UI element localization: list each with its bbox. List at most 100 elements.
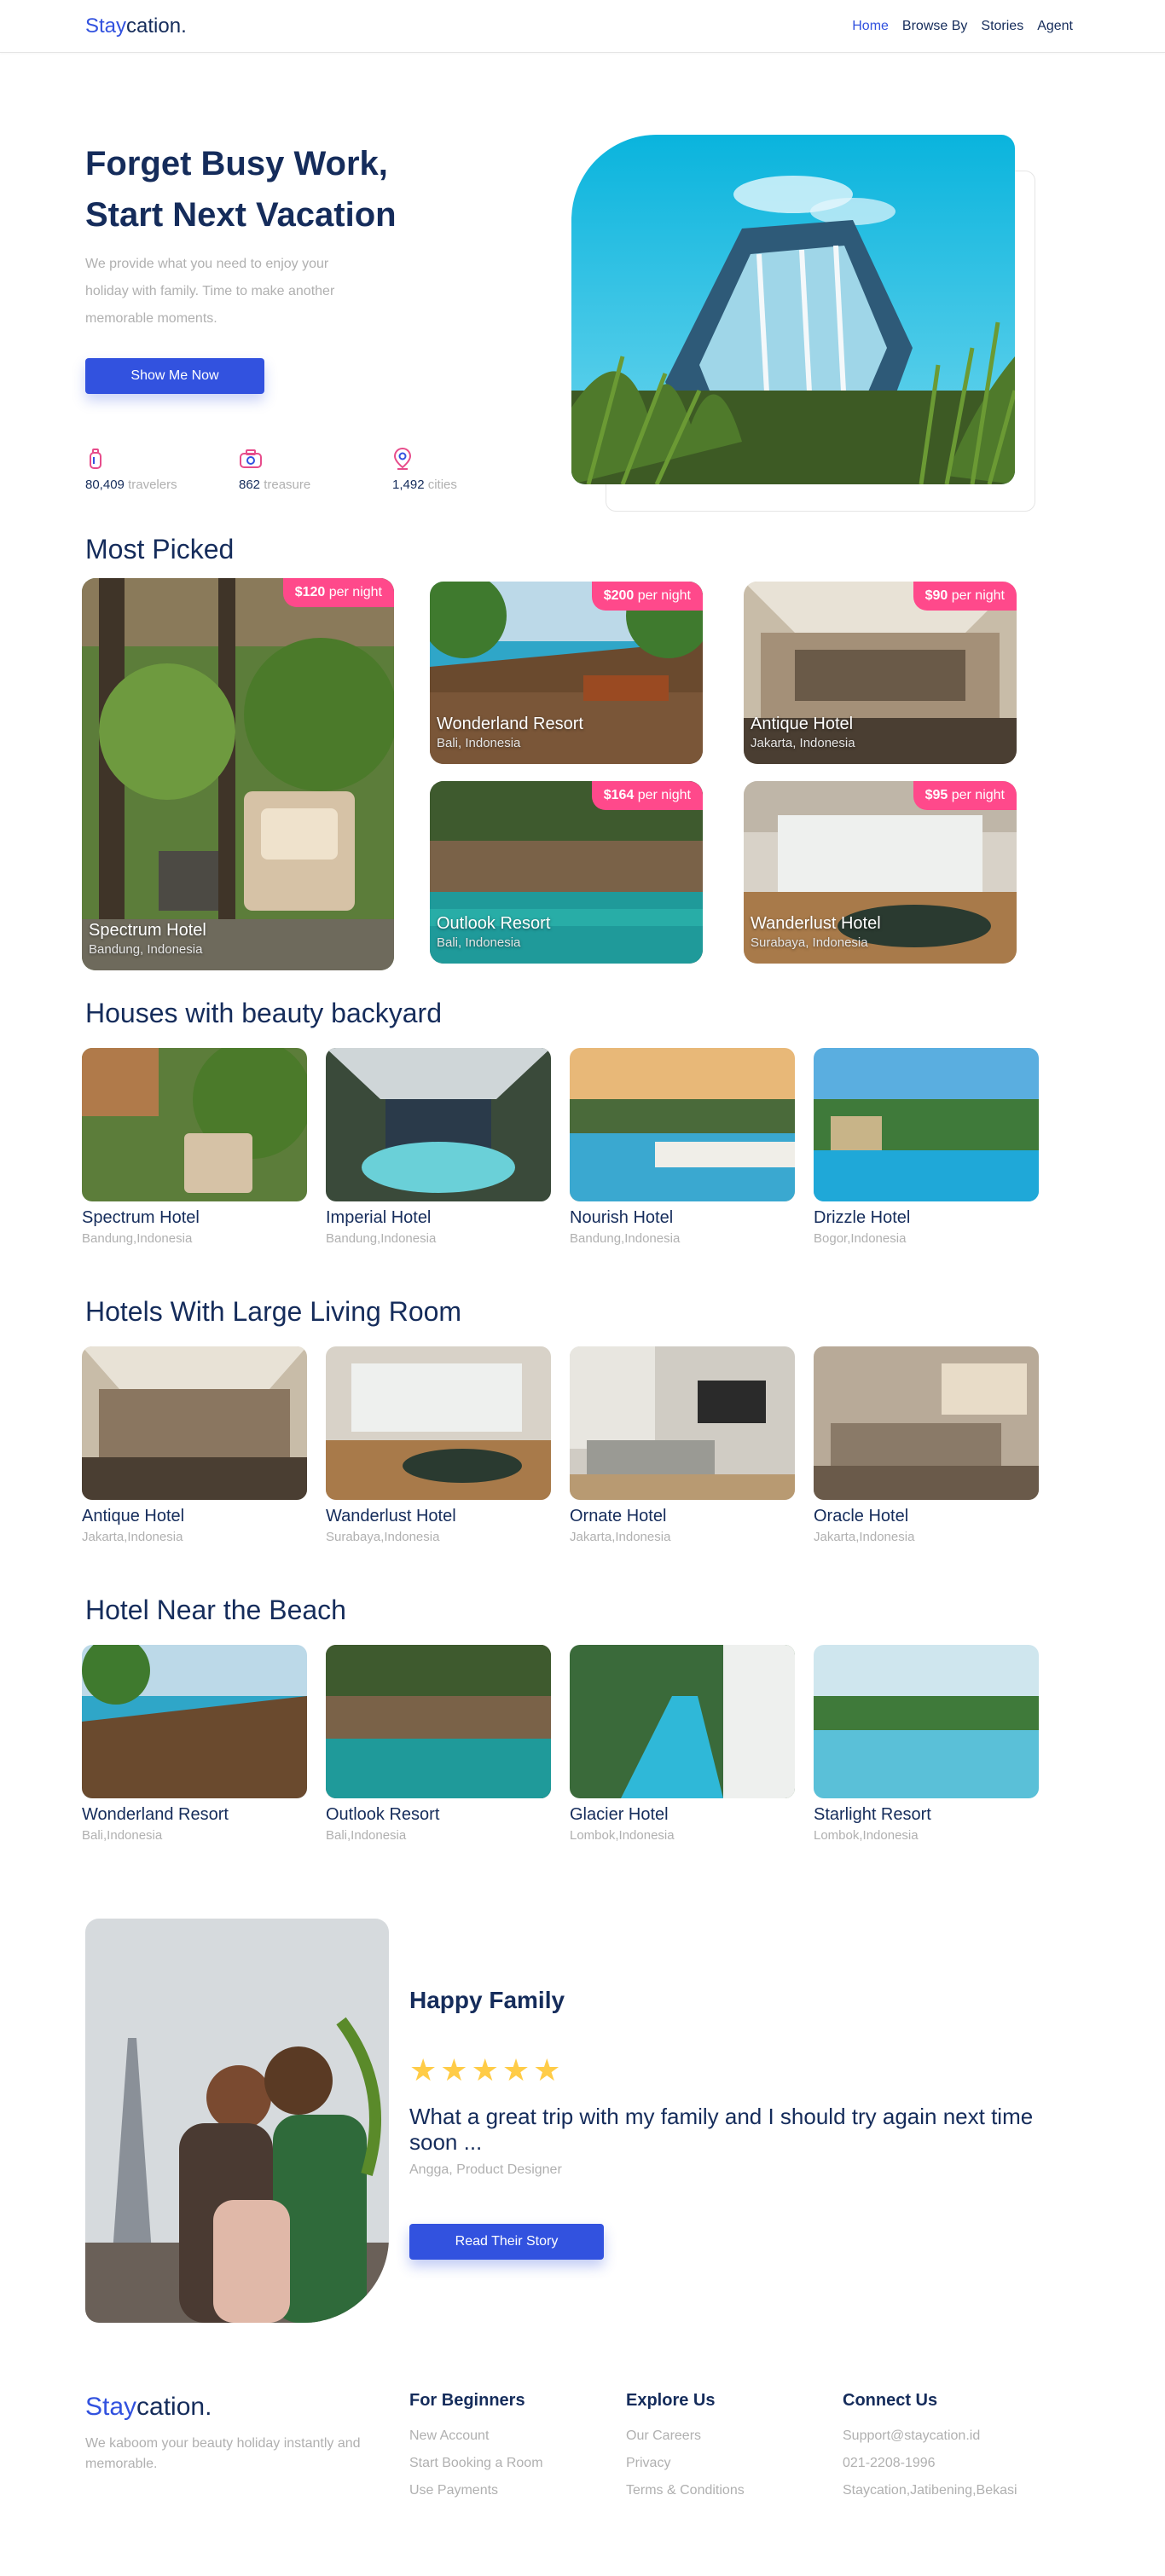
footer-link-use-payments[interactable]: Use Payments [409,2477,543,2504]
card-location: Jakarta,Indonesia [82,1530,183,1544]
stat-cities-number: 1,492 [392,478,425,492]
card-outlook-resort[interactable]: Outlook Resort Bali,Indonesia [326,1645,551,1843]
brand-logo[interactable]: Staycation. [85,14,187,38]
stat-cities-unit: cities [427,478,457,492]
footer-link-start-booking[interactable]: Start Booking a Room [409,2450,543,2477]
location-icon [393,447,412,470]
outlook-per-night: per night [637,788,691,802]
wanderlust-name: Wanderlust Hotel [751,914,881,933]
footer-link-address[interactable]: Staycation,Jatibening,Bekasi [843,2477,1017,2504]
testimonial-section: Happy Family ★ ★ ★ ★ ★ What a great trip… [85,1919,1080,2362]
footer-link-terms[interactable]: Terms & Conditions [626,2477,745,2504]
footer: Staycation. We kaboom your beauty holida… [85,2362,1080,2498]
star-icon: ★ [501,2052,530,2087]
stat-cities: 1,492 cities [392,447,546,492]
nav-agent[interactable]: Agent [1037,19,1073,34]
footer-logo[interactable]: Staycation. [85,2393,212,2421]
most-picked-title: Most Picked [85,534,235,564]
category-beach: Hotel Near the Beach Wonderland Resort B… [82,1595,1080,1919]
card-image [570,1645,795,1798]
most-picked-card-spectrum[interactable]: $120 per night Spectrum Hotel Bandung, I… [82,578,394,970]
nav-home[interactable]: Home [852,19,889,34]
nav-browse-by[interactable]: Browse By [902,19,967,34]
wonderland-location: Bali, Indonesia [437,736,521,750]
testimonial-title: Happy Family [409,1987,565,2013]
category-living-room-cards: Antique Hotel Jakarta,Indonesia Wanderlu… [82,1346,1080,1544]
most-picked-card-antique[interactable]: $90 per night Antique Hotel Jakarta, Ind… [744,582,1017,764]
card-name: Ornate Hotel [570,1507,667,1525]
traveler-icon [90,449,101,469]
most-picked-card-outlook[interactable]: $164 per night Outlook Resort Bali, Indo… [430,781,703,964]
spectrum-hotel-image [82,578,394,970]
card-glacier-hotel[interactable]: Glacier Hotel Lombok,Indonesia [570,1645,795,1843]
wanderlust-location: Surabaya, Indonesia [751,935,868,950]
footer-col-connect: Connect Us Support@staycation.id 021-220… [843,2391,1017,2504]
card-location: Surabaya,Indonesia [326,1530,440,1544]
brand-logo-rest: cation. [126,14,187,38]
card-location: Lombok,Indonesia [570,1828,675,1843]
card-location: Lombok,Indonesia [814,1828,919,1843]
star-icon: ★ [409,2052,438,2087]
card-name: Antique Hotel [82,1507,185,1525]
card-name: Oracle Hotel [814,1507,909,1525]
footer-link-email[interactable]: Support@staycation.id [843,2423,1017,2450]
main-nav: Home Browse By Stories Agent [852,19,1073,34]
nav-stories[interactable]: Stories [981,19,1023,34]
card-oracle-hotel[interactable]: Oracle Hotel Jakarta,Indonesia [814,1346,1039,1544]
card-wanderlust-hotel[interactable]: Wanderlust Hotel Surabaya,Indonesia [326,1346,551,1544]
card-image [326,1048,551,1201]
show-me-now-button[interactable]: Show Me Now [85,358,264,394]
outlook-info: Outlook Resort Bali, Indonesia [437,914,550,950]
card-image [814,1645,1039,1798]
spectrum-per-night: per night [328,585,382,599]
card-image [570,1346,795,1500]
card-spectrum-hotel[interactable]: Spectrum Hotel Bandung,Indonesia [82,1048,307,1246]
card-name: Glacier Hotel [570,1805,669,1824]
hero-section: Forget Busy Work, Start Next Vacation We… [85,53,1080,529]
most-picked-card-wonderland[interactable]: $200 per night Wonderland Resort Bali, I… [430,582,703,764]
category-living-room-title: Hotels With Large Living Room [85,1296,462,1327]
footer-link-phone[interactable]: 021-2208-1996 [843,2450,1017,2477]
category-living-room: Hotels With Large Living Room Antique Ho… [82,1296,1080,1595]
stat-travelers: 80,409 travelers [85,447,239,492]
outlook-location: Bali, Indonesia [437,935,521,950]
footer-col-title: Connect Us [843,2391,938,2410]
wonderland-price-tag: $200 per night [591,582,703,611]
wonderland-name: Wonderland Resort [437,715,583,733]
category-backyard-title: Houses with beauty backyard [85,998,442,1028]
outlook-name: Outlook Resort [437,914,551,933]
star-icon: ★ [533,2052,561,2087]
card-location: Bandung,Indonesia [326,1231,437,1246]
footer-link-new-account[interactable]: New Account [409,2423,543,2450]
antique-price: $90 [924,588,948,603]
wonderland-price: $200 [603,588,635,603]
footer-logo-accent: Stay [85,2393,137,2421]
card-wonderland-resort[interactable]: Wonderland Resort Bali,Indonesia [82,1645,307,1843]
card-name: Drizzle Hotel [814,1208,911,1227]
card-antique-hotel[interactable]: Antique Hotel Jakarta,Indonesia [82,1346,307,1544]
read-their-story-button[interactable]: Read Their Story [409,2224,604,2260]
camera-icon [240,449,262,468]
card-drizzle-hotel[interactable]: Drizzle Hotel Bogor,Indonesia [814,1048,1039,1246]
wonderland-info: Wonderland Resort Bali, Indonesia [437,715,583,750]
card-ornate-hotel[interactable]: Ornate Hotel Jakarta,Indonesia [570,1346,795,1544]
card-name: Wanderlust Hotel [326,1507,456,1525]
card-image [82,1048,307,1201]
card-name: Starlight Resort [814,1805,931,1824]
card-imperial-hotel[interactable]: Imperial Hotel Bandung,Indonesia [326,1048,551,1246]
footer-link-careers[interactable]: Our Careers [626,2423,745,2450]
spectrum-price-tag: $120 per night [282,578,394,607]
card-location: Bandung,Indonesia [570,1231,681,1246]
footer-col-title: For Beginners [409,2391,525,2410]
spectrum-info: Spectrum Hotel Bandung, Indonesia [89,921,206,957]
most-picked-card-wanderlust[interactable]: $95 per night Wanderlust Hotel Surabaya,… [744,781,1017,964]
brand-logo-accent: Stay [85,14,127,38]
card-location: Bandung,Indonesia [82,1231,193,1246]
footer-link-privacy[interactable]: Privacy [626,2450,745,2477]
hero-title: Forget Busy Work, Start Next Vacation [85,138,478,240]
hero-stats: 80,409 travelers 862 treasure 1,492 citi… [85,447,546,492]
testimonial-quote: What a great trip with my family and I s… [409,2104,1034,2155]
card-image [814,1346,1039,1500]
card-nourish-hotel[interactable]: Nourish Hotel Bandung,Indonesia [570,1048,795,1246]
card-starlight-resort[interactable]: Starlight Resort Lombok,Indonesia [814,1645,1039,1843]
